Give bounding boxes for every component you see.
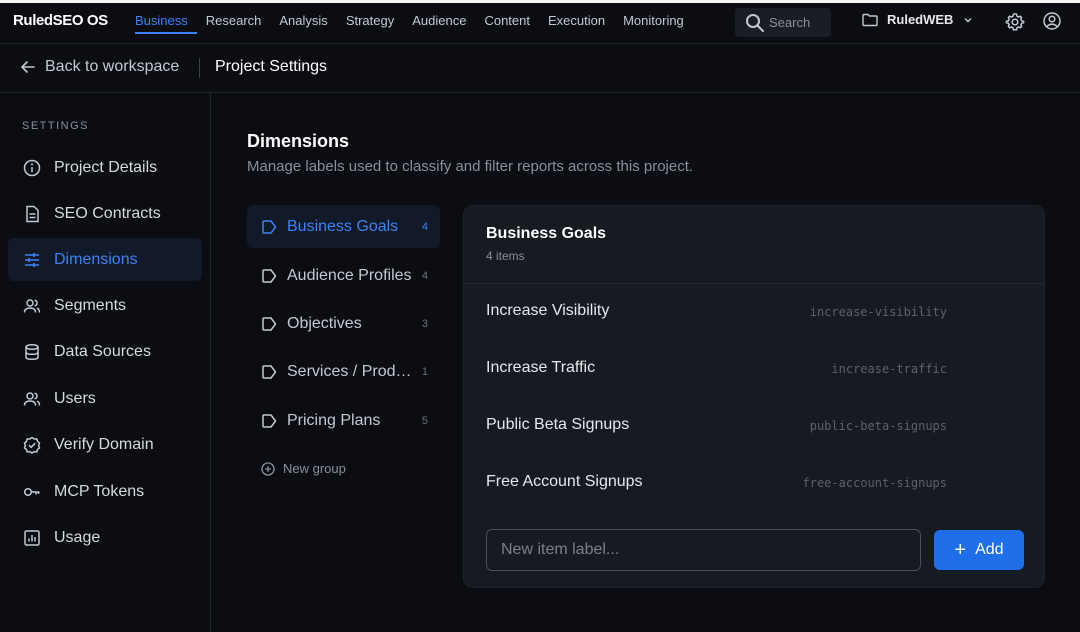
- group-label: Objectives: [287, 314, 362, 332]
- sidebar-item-label: Users: [54, 389, 96, 407]
- group-count: 1: [421, 365, 428, 378]
- users-icon: [23, 298, 41, 313]
- group-count: 3: [421, 317, 428, 330]
- tag-icon: [262, 413, 277, 428]
- sidebar-item-label: MCP Tokens: [54, 482, 145, 500]
- sidebar-item-users[interactable]: Users: [8, 377, 202, 420]
- sidebar-item-label: Usage: [54, 528, 101, 546]
- item-label: Free Account Signups: [486, 473, 643, 490]
- user-avatar-icon[interactable]: [1043, 12, 1061, 30]
- list-item[interactable]: Increase Traffic increase-traffic: [464, 340, 1044, 397]
- tag-icon: [262, 219, 277, 234]
- page-title: Project Settings: [215, 58, 328, 75]
- section-title: Dimensions: [247, 131, 350, 151]
- group-label: Pricing Plans: [287, 411, 381, 429]
- group-label: Audience Profiles: [287, 266, 412, 284]
- list-item[interactable]: Increase Visibility increase-visibility: [464, 283, 1044, 340]
- group-count: 4: [421, 269, 428, 282]
- group-count: 5: [421, 414, 428, 427]
- item-slug: free-account-signups: [802, 476, 948, 490]
- item-slug: increase-traffic: [831, 362, 947, 376]
- nav-links: Business Research Analysis Strategy Audi…: [135, 3, 702, 44]
- sidebar-item-mcp-tokens[interactable]: MCP Tokens: [8, 470, 202, 513]
- plus-icon: +: [954, 539, 967, 561]
- list-item[interactable]: Free Account Signups free-account-signup…: [464, 454, 1044, 511]
- nav-link-monitoring[interactable]: Monitoring: [623, 3, 693, 44]
- sidebar-item-label: Dimensions: [54, 250, 138, 268]
- group-items-panel: Business Goals 4 items Increase Visibili…: [463, 205, 1045, 588]
- workspace-name: RuledWEB: [887, 12, 954, 27]
- group-item-business-goals[interactable]: Business Goals 4: [247, 205, 440, 248]
- panel-item-count: 4 items: [486, 249, 525, 263]
- group-label: Services / Products: [287, 362, 415, 380]
- key-icon: [23, 487, 40, 496]
- group-item-objectives[interactable]: Objectives 3: [247, 302, 440, 345]
- sub-header: Back to workspace Project Settings: [0, 44, 1080, 93]
- sidebar-heading: SETTINGS: [22, 120, 90, 132]
- new-group-label: New group: [283, 461, 346, 476]
- sidebar-item-label: Segments: [54, 296, 127, 314]
- add-item-button[interactable]: + Add: [934, 530, 1024, 570]
- folder-icon: [862, 13, 878, 26]
- sidebar-item-dimensions[interactable]: Dimensions: [8, 238, 202, 281]
- item-slug: public-beta-signups: [809, 419, 947, 433]
- sidebar-item-project-details[interactable]: Project Details: [8, 146, 202, 189]
- badge-check-icon: [23, 436, 41, 454]
- sidebar-item-verify-domain[interactable]: Verify Domain: [8, 423, 202, 466]
- back-to-workspace-link[interactable]: Back to workspace: [20, 58, 179, 76]
- sidebar-item-label: SEO Contracts: [54, 204, 161, 222]
- add-button-label: Add: [975, 541, 1004, 558]
- group-item-pricing-plans[interactable]: Pricing Plans 5: [247, 399, 440, 442]
- search-icon: [746, 13, 764, 32]
- new-item-input[interactable]: [486, 529, 921, 571]
- sidebar-item-seo-contracts[interactable]: SEO Contracts: [8, 192, 202, 235]
- users-icon: [23, 391, 41, 406]
- nav-link-execution[interactable]: Execution: [548, 3, 614, 44]
- back-label: Back to workspace: [45, 58, 180, 75]
- item-slug: increase-visibility: [809, 305, 947, 319]
- search-box[interactable]: Search: [735, 8, 831, 37]
- nav-link-business[interactable]: Business: [135, 3, 197, 44]
- nav-link-audience[interactable]: Audience: [412, 3, 475, 44]
- database-icon: [25, 343, 39, 360]
- sliders-icon: [25, 252, 39, 267]
- header-divider: [199, 58, 200, 78]
- chevron-down-icon: [964, 17, 972, 22]
- gear-icon[interactable]: [1005, 12, 1025, 32]
- item-label: Public Beta Signups: [486, 416, 630, 433]
- search-placeholder: Search: [769, 15, 811, 30]
- document-icon: [26, 205, 39, 222]
- group-label: Business Goals: [287, 217, 399, 235]
- tag-icon: [262, 268, 277, 283]
- sidebar-item-usage[interactable]: Usage: [8, 516, 202, 559]
- tag-icon: [262, 316, 277, 331]
- section-subtitle: Manage labels used to classify and filte…: [247, 158, 694, 175]
- info-icon: [23, 159, 41, 176]
- arrow-left-icon: [21, 61, 35, 73]
- list-item[interactable]: Public Beta Signups public-beta-signups: [464, 397, 1044, 454]
- sidebar-item-label: Data Sources: [54, 342, 151, 360]
- nav-link-research[interactable]: Research: [206, 3, 271, 44]
- group-count: 4: [421, 220, 428, 233]
- item-label: Increase Visibility: [486, 302, 610, 319]
- sidebar-item-label: Project Details: [54, 158, 158, 176]
- item-label: Increase Traffic: [486, 359, 596, 376]
- sidebar-item-data-sources[interactable]: Data Sources: [8, 330, 202, 373]
- top-navigation: RuledSEO OS Business Research Analysis S…: [0, 3, 1080, 44]
- panel-title: Business Goals: [486, 225, 607, 242]
- settings-sidebar: SETTINGS Project Details SEO Contracts D…: [0, 93, 211, 632]
- group-item-services-products[interactable]: Services / Products 1: [247, 350, 440, 393]
- chart-icon: [24, 529, 40, 546]
- new-group-button[interactable]: New group: [261, 461, 346, 476]
- plus-circle-icon: [261, 461, 275, 476]
- sidebar-item-label: Verify Domain: [54, 435, 154, 453]
- nav-link-content[interactable]: Content: [484, 3, 539, 44]
- sidebar-item-segments[interactable]: Segments: [8, 284, 202, 327]
- workspace-switcher[interactable]: RuledWEB: [862, 12, 973, 27]
- tag-icon: [262, 364, 277, 379]
- nav-link-strategy[interactable]: Strategy: [346, 3, 403, 44]
- group-item-audience-profiles[interactable]: Audience Profiles 4: [247, 254, 440, 297]
- brand-logo[interactable]: RuledSEO OS: [13, 12, 108, 29]
- nav-link-analysis[interactable]: Analysis: [279, 3, 336, 44]
